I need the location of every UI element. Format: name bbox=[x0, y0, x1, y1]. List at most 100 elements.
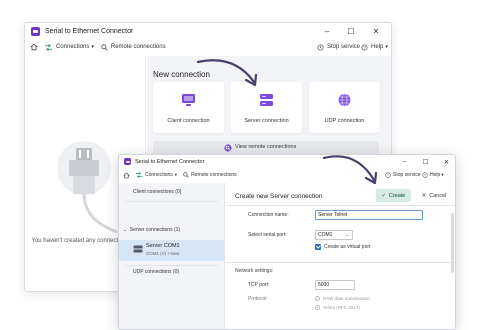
connection-name: Server COM1 bbox=[146, 243, 180, 249]
serial-port-select[interactable]: COM1 ⌄ bbox=[315, 230, 353, 240]
connections-icon bbox=[135, 172, 143, 178]
connections-menu[interactable]: Connections ▾ bbox=[135, 172, 177, 178]
sidebar-item-udp-connections[interactable]: UDP connections (0) bbox=[119, 269, 224, 275]
radio-icon bbox=[315, 296, 320, 301]
toolbar: Connections ▾ Remote connections Stop se… bbox=[25, 40, 391, 54]
search-icon bbox=[224, 144, 232, 152]
maximize-button[interactable]: ☐ bbox=[342, 23, 360, 39]
front-app-window: Serial to Ethernet Connector – ☐ ✕ Conne… bbox=[118, 154, 456, 330]
remote-connections-menu[interactable]: Remote connections bbox=[101, 43, 166, 51]
connection-name-label: Connection name: bbox=[248, 212, 289, 218]
chevron-down-icon: ▾ bbox=[441, 172, 444, 177]
checkbox-checked-icon[interactable] bbox=[315, 244, 321, 250]
create-button-label: Create bbox=[388, 192, 406, 199]
window-title: Serial to Ethernet Connector bbox=[45, 27, 134, 35]
window-title: Serial to Ethernet Connector bbox=[135, 158, 205, 165]
new-connection-heading: New connection bbox=[153, 70, 210, 79]
view-remote-connections-button[interactable]: View remote connections bbox=[153, 141, 379, 155]
help-menu[interactable]: ? Help ▾ bbox=[361, 43, 388, 51]
server-icon bbox=[133, 245, 143, 253]
app-logo-icon bbox=[124, 158, 131, 165]
power-icon bbox=[317, 43, 324, 51]
close-icon: ✕ bbox=[421, 192, 427, 199]
sidebar-divider bbox=[125, 201, 218, 202]
sidebar-item-client-connections[interactable]: Client connections (0) bbox=[119, 189, 224, 195]
protocol-option-label: Telnet (RFC 2217) bbox=[323, 305, 360, 310]
help-label: Help bbox=[371, 44, 384, 50]
virtual-port-label: Create as virtual port bbox=[324, 244, 371, 250]
close-button[interactable]: ✕ bbox=[439, 155, 454, 168]
serial-port-label: Select serial port: bbox=[248, 232, 287, 238]
client-connection-label: Client connection bbox=[167, 118, 210, 124]
title-bar: Serial to Ethernet Connector – ☐ ✕ bbox=[119, 155, 455, 168]
remote-connections-label: Remote connections bbox=[110, 44, 166, 50]
sidebar-item-server-com1[interactable]: Server COM1 COM1 (V) • New bbox=[119, 240, 224, 261]
help-label: Help bbox=[430, 172, 441, 178]
power-icon bbox=[385, 172, 391, 178]
home-icon[interactable] bbox=[30, 43, 38, 51]
section-divider bbox=[226, 262, 455, 263]
chevron-down-icon: ▾ bbox=[174, 172, 178, 177]
maximize-button[interactable]: ☐ bbox=[418, 155, 433, 168]
connections-menu[interactable]: Connections ▾ bbox=[44, 43, 94, 51]
title-bar: Serial to Ethernet Connector – ☐ ✕ bbox=[25, 23, 391, 39]
connections-menu-label: Connections bbox=[56, 44, 90, 50]
connection-name-field[interactable]: Server Telnet bbox=[315, 210, 423, 220]
sidebar-item-server-label: Server connections (1) bbox=[129, 227, 181, 233]
cancel-button[interactable]: ✕ Cancel bbox=[413, 189, 455, 202]
connections-sidebar: Client connections (0) ⌄ Server connectio… bbox=[119, 183, 225, 329]
server-icon bbox=[259, 93, 274, 107]
tcp-port-field[interactable]: 5000 bbox=[315, 280, 355, 290]
remote-connections-menu[interactable]: Remote connections bbox=[183, 172, 237, 178]
chevron-down-icon: ⌄ bbox=[345, 232, 349, 237]
server-connection-card[interactable]: Server connection bbox=[231, 82, 302, 133]
connection-status: COM1 (V) • New bbox=[146, 251, 180, 256]
protocol-label: Protocol: bbox=[248, 296, 268, 302]
globe-icon bbox=[337, 93, 352, 107]
search-icon bbox=[183, 172, 189, 178]
connections-menu-label: Connections bbox=[145, 172, 173, 178]
view-remote-connections-label: View remote connections bbox=[235, 144, 297, 150]
check-icon: ✓ bbox=[381, 192, 386, 199]
tcp-port-label: TCP port: bbox=[248, 282, 270, 288]
radio-selected-icon bbox=[315, 305, 320, 310]
stop-service-button[interactable]: Stop service bbox=[385, 172, 421, 178]
header-divider bbox=[226, 205, 455, 206]
close-button[interactable]: ✕ bbox=[367, 23, 385, 39]
protocol-option-telnet[interactable]: Telnet (RFC 2217) bbox=[315, 305, 360, 310]
create-connection-pane: Create new Server connection ✓ Create ✕ Ca… bbox=[226, 183, 455, 329]
search-icon bbox=[101, 43, 108, 51]
svg-text:?: ? bbox=[424, 173, 426, 177]
network-settings-heading: Network settings: bbox=[235, 268, 274, 274]
help-icon: ? bbox=[361, 43, 368, 51]
app-logo-icon bbox=[31, 26, 40, 36]
create-button[interactable]: ✓ Create bbox=[376, 189, 411, 202]
minimize-button[interactable]: – bbox=[318, 23, 336, 39]
page-title: Create new Server connection bbox=[235, 193, 323, 200]
help-menu[interactable]: ? Help ▾ bbox=[422, 172, 444, 178]
client-connection-card[interactable]: Client connection bbox=[153, 82, 224, 133]
protocol-option-raw[interactable]: RAW data transmission bbox=[315, 296, 370, 301]
scrollbar[interactable] bbox=[451, 213, 454, 273]
stop-service-label: Stop service bbox=[327, 44, 361, 50]
udp-connection-label: UDP connection bbox=[324, 118, 365, 124]
connections-icon bbox=[44, 43, 53, 51]
cancel-button-label: Cancel bbox=[429, 192, 447, 199]
sidebar-divider bbox=[125, 265, 218, 266]
minimize-button[interactable]: – bbox=[397, 155, 412, 168]
serial-port-value: COM1 bbox=[318, 232, 333, 238]
chevron-down-icon: ⌄ bbox=[123, 227, 127, 232]
monitor-icon bbox=[181, 93, 196, 107]
remote-connections-label: Remote connections bbox=[191, 172, 237, 178]
sidebar-item-server-connections[interactable]: ⌄ Server connections (1) bbox=[119, 227, 224, 233]
server-connection-label: Server connection bbox=[244, 118, 289, 124]
virtual-port-checkbox[interactable]: Create as virtual port bbox=[315, 244, 370, 250]
help-icon: ? bbox=[422, 172, 428, 178]
home-icon[interactable] bbox=[123, 172, 130, 179]
stop-service-button[interactable]: Stop service bbox=[317, 43, 361, 51]
protocol-option-label: RAW data transmission bbox=[323, 296, 370, 301]
chevron-down-icon: ▾ bbox=[385, 44, 388, 50]
udp-connection-card[interactable]: UDP connection bbox=[309, 82, 380, 133]
toolbar: Connections ▾ Remote connections Stop se… bbox=[119, 169, 455, 181]
stop-service-label: Stop service bbox=[393, 172, 421, 178]
